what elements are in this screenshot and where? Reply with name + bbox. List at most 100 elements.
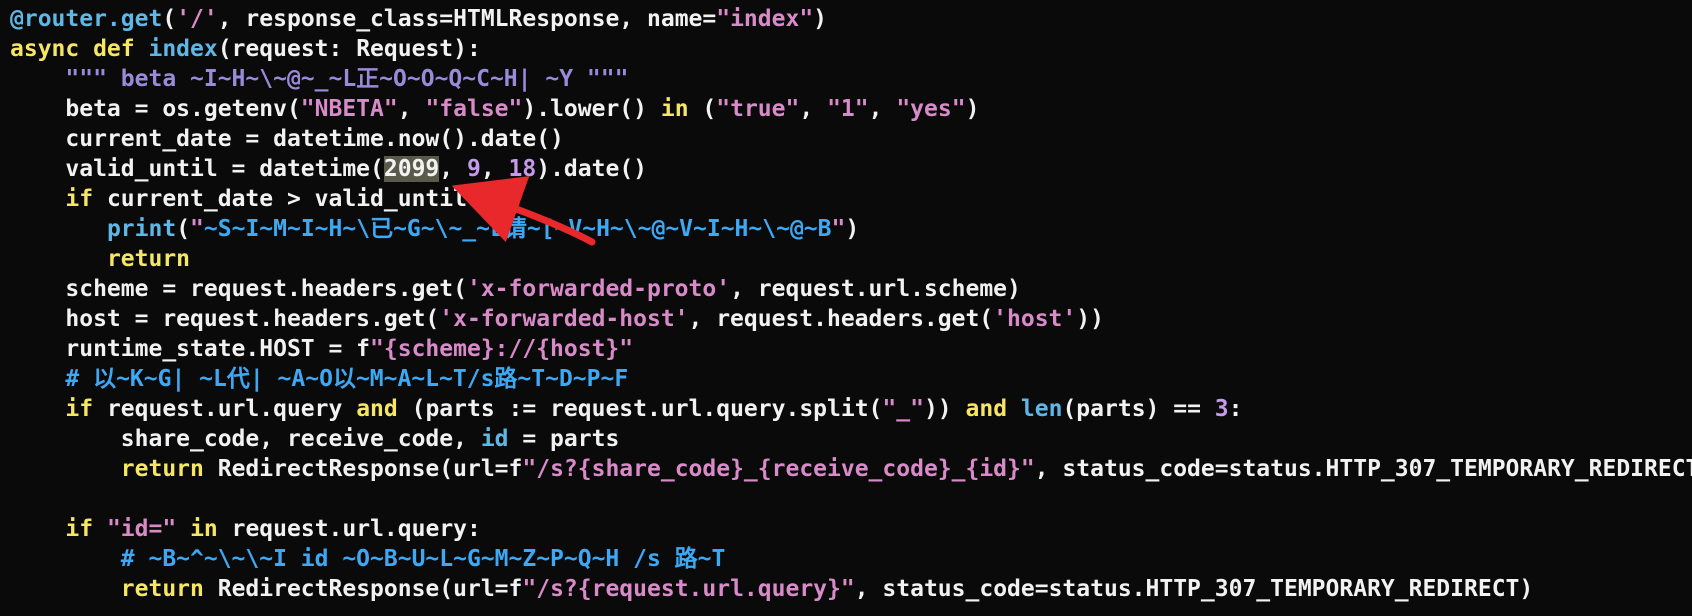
code-token-keyword: return <box>120 576 204 602</box>
code-token-plain: )) <box>923 396 966 422</box>
code-token-number: 3 <box>1214 396 1229 422</box>
code-token-string: 'host' <box>993 306 1077 332</box>
code-token-plain: scheme = request.headers.get( <box>10 276 467 302</box>
code-token-keyword: in <box>660 96 689 122</box>
code-line[interactable]: valid_until = datetime(2099, 9, 18).date… <box>0 154 1692 184</box>
code-line[interactable]: """ beta ~I~H~\~@~_~L正~O~O~Q~C~H| ~Y """ <box>0 64 1692 94</box>
code-token-plain: , <box>480 156 509 182</box>
code-token-plain: valid_until = datetime( <box>10 156 384 182</box>
code-token-keyword: if <box>65 516 94 542</box>
code-token-keyword: return <box>106 246 191 272</box>
code-line[interactable]: if request.url.query and (parts := reque… <box>0 394 1692 424</box>
code-line[interactable]: if current_date > valid_until: <box>0 184 1692 214</box>
code-token-string: "/s?{request.url.query}" <box>522 576 855 602</box>
code-token-string: "false" <box>425 96 523 122</box>
code-line[interactable]: host = request.headers.get('x-forwarded-… <box>0 304 1692 334</box>
code-line[interactable]: runtime_state.HOST = f"{scheme}://{host}… <box>0 334 1692 364</box>
code-token-plain: , request.headers.get( <box>688 306 994 332</box>
code-token-comment: ~S~I~M~I~H~\已~G~\~_~L请~[~V~H~\~@~V~I~H~\… <box>203 216 832 242</box>
code-token-plain: ) <box>965 96 980 122</box>
code-token-builtin: len <box>1020 396 1063 422</box>
code-token-plain: ( <box>162 6 177 32</box>
code-line[interactable]: return RedirectResponse(url=f"/s?{share_… <box>0 454 1692 484</box>
code-line[interactable]: scheme = request.headers.get('x-forwarde… <box>0 274 1692 304</box>
code-token-plain: , status_code=status.HTTP_307_TEMPORARY_… <box>854 576 1534 602</box>
code-line[interactable]: share_code, receive_code, id = parts <box>0 424 1692 454</box>
code-token-string: "/s?{share_code}_{receive_code}_{id}" <box>522 456 1035 482</box>
code-token-number: 9 <box>466 156 481 182</box>
code-token-string: 'x-forwarded-proto' <box>466 276 731 302</box>
code-token-plain: (parts := request.url.query.split( <box>397 396 883 422</box>
code-view[interactable]: @router.get('/', response_class=HTMLResp… <box>0 4 1692 604</box>
code-line[interactable]: beta = os.getenv("NBETA", "false").lower… <box>0 94 1692 124</box>
code-token-keyword: if <box>65 186 94 212</box>
code-token-string: "{scheme}://{host}" <box>370 336 634 362</box>
code-line[interactable]: @router.get('/', response_class=HTMLResp… <box>0 4 1692 34</box>
code-token-plain: : <box>1228 396 1243 422</box>
code-token-plain: host = request.headers.get( <box>10 306 440 332</box>
code-token-plain: current_date = datetime.now().date() <box>10 126 564 152</box>
code-token-plain: )) <box>1076 306 1104 332</box>
code-token-string: " <box>831 216 846 242</box>
code-token-keyword: async def <box>10 36 149 62</box>
code-token-plain: share_code, receive_code, <box>10 426 481 452</box>
code-line[interactable]: current_date = datetime.now().date() <box>0 124 1692 154</box>
code-line[interactable] <box>0 484 1692 514</box>
code-token-plain: , status_code=status.HTTP_307_TEMPORARY_… <box>1034 456 1692 482</box>
code-token-plain: ) <box>813 6 828 32</box>
code-token-decorator: @router.get <box>10 6 163 32</box>
code-token-plain: request.url.query: <box>217 516 481 542</box>
code-token-plain: , <box>868 96 897 122</box>
code-token-doc: """ beta ~I~H~\~@~_~L正~O~O~Q~C~H| ~Y """ <box>65 66 629 92</box>
code-token-string: " <box>190 216 204 242</box>
code-token-plain: ).date() <box>536 156 648 182</box>
code-line[interactable]: print("~S~I~M~I~H~\已~G~\~_~L请~[~V~H~\~@~… <box>0 214 1692 244</box>
code-token-plain: current_date > valid_until: <box>93 186 481 212</box>
code-token-plain: , <box>397 96 426 122</box>
code-token-plain: (parts) == <box>1062 396 1215 422</box>
code-token-func: index <box>148 36 218 62</box>
code-token-string: "yes" <box>896 96 966 122</box>
code-token-string: "_" <box>882 396 924 422</box>
code-line[interactable]: # ~B~^~\~\~I id ~O~B~U~L~G~M~Z~P~Q~H /s … <box>0 544 1692 574</box>
code-line[interactable]: return <box>0 244 1692 274</box>
code-token-builtin: print <box>106 216 177 242</box>
code-token-plain: ) <box>845 216 860 242</box>
code-token-plain: , <box>439 156 467 182</box>
code-line[interactable]: # 以~K~G| ~L代| ~A~O以~M~A~L~T/s路~T~D~P~F <box>0 364 1692 394</box>
code-token-plain: RedirectResponse(url=f <box>203 576 523 602</box>
code-token-keyword: if <box>65 396 94 422</box>
code-token-string: "true" <box>716 96 800 122</box>
code-token-plain: RedirectResponse(url=f <box>203 456 523 482</box>
code-token-plain: (request: Request): <box>217 36 481 62</box>
code-token-plain: beta = os.getenv( <box>10 96 301 122</box>
code-editor[interactable]: @router.get('/', response_class=HTMLResp… <box>0 0 1692 616</box>
code-line[interactable]: if "id=" in request.url.query: <box>0 514 1692 544</box>
code-line[interactable]: async def index(request: Request): <box>0 34 1692 64</box>
code-line[interactable]: return RedirectResponse(url=f"/s?{reques… <box>0 574 1692 604</box>
code-token-plain: ).lower() <box>522 96 661 122</box>
code-token-keyword: return <box>120 456 204 482</box>
code-token-plain: ( <box>688 96 717 122</box>
code-token-string: '/' <box>176 6 218 32</box>
code-token-highlight: 2099 <box>383 156 440 182</box>
code-token-plain: , <box>799 96 828 122</box>
code-token-string: "id=" <box>106 516 177 542</box>
code-token-number: 18 <box>508 156 537 182</box>
code-token-keyword: in <box>190 516 218 542</box>
code-token-comment: # ~B~^~\~\~I id ~O~B~U~L~G~M~Z~P~Q~H /s … <box>120 546 726 572</box>
code-token-plain: , response_class=HTMLResponse, name= <box>217 6 717 32</box>
code-token-string: "index" <box>716 6 814 32</box>
code-token-string: 'x-forwarded-host' <box>439 306 689 332</box>
